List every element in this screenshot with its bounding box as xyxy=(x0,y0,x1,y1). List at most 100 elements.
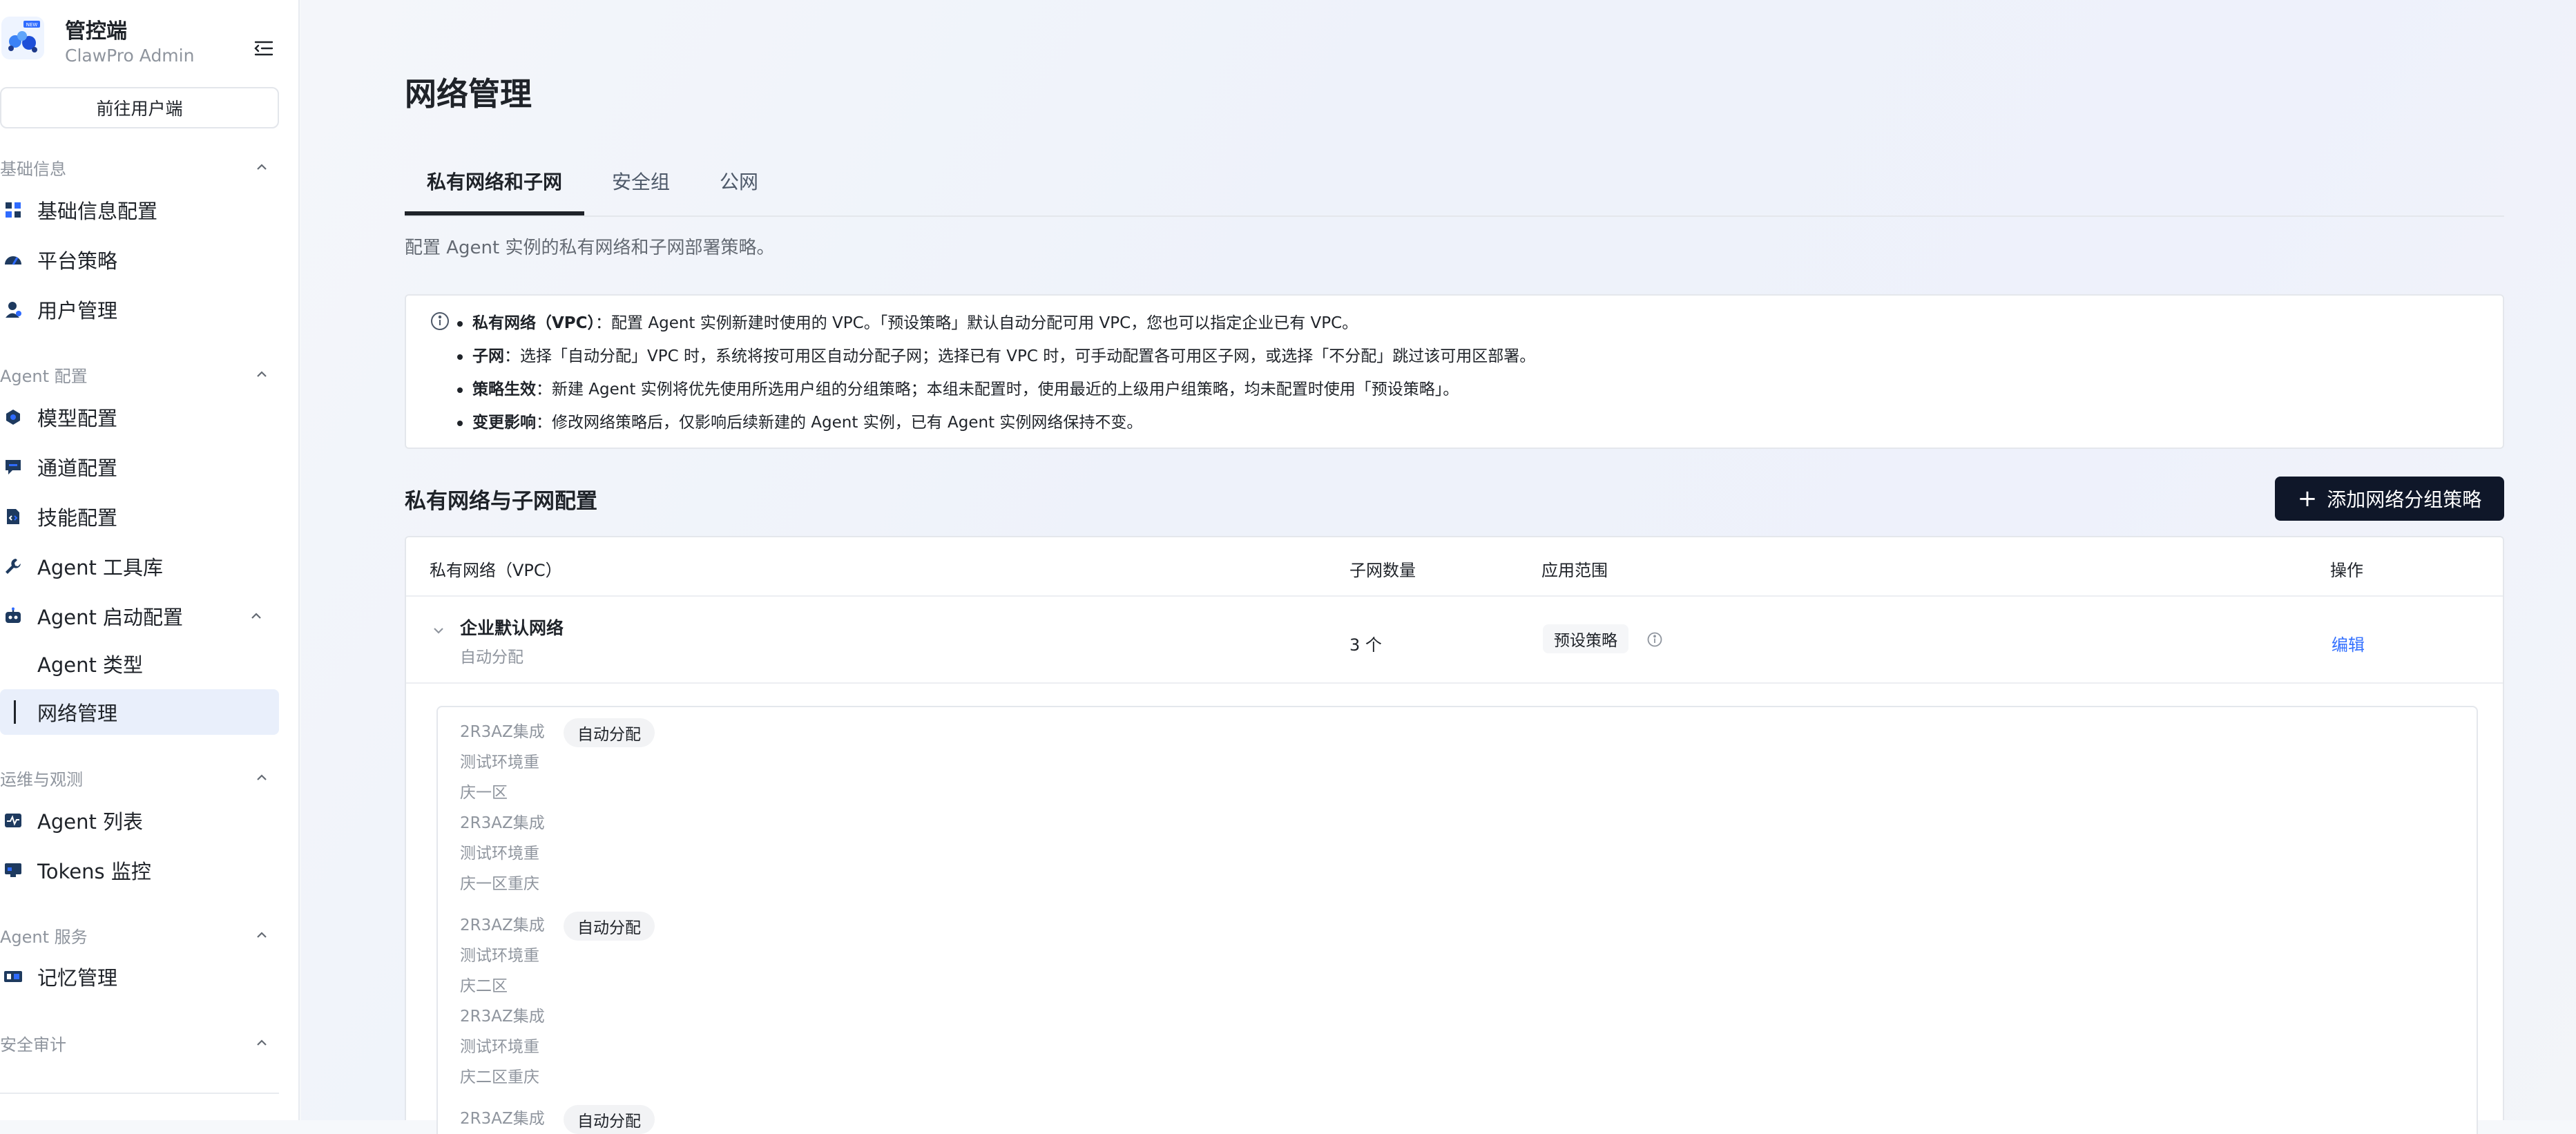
sidebar-divider xyxy=(0,1093,279,1094)
sidebar-subitem-network-management[interactable]: 网络管理 xyxy=(0,689,279,735)
sidebar-item-skill-config[interactable]: 技能配置 xyxy=(0,494,279,539)
main-content: 网络管理 私有网络和子网 安全组 公网 配置 Agent 实例的私有网络和子网部… xyxy=(301,0,2576,1134)
column-header-subnet-count: 子网数量 xyxy=(1349,561,1416,580)
chevron-up-icon xyxy=(251,613,261,619)
subnet-count: 3 个 xyxy=(1349,635,1382,655)
sidebar-item-agent-list[interactable]: Agent 列表 xyxy=(0,798,279,843)
group-label: Agent 配置 xyxy=(0,366,88,386)
group-label: Agent 服务 xyxy=(0,927,88,947)
info-text: ：新建 Agent 实例将优先使用所选用户组的分组策略；本组未配置时，使用最近的… xyxy=(536,381,1459,398)
column-header-scope: 应用范围 xyxy=(1541,561,1608,580)
info-line-subnet: 子网：选择「自动分配」VPC 时，系统将按可用区自动分配子网；选择已有 VPC … xyxy=(457,343,1535,366)
table-row: 企业默认网络 自动分配 3 个 预设策略 编辑 xyxy=(406,597,2503,684)
chevron-up-icon xyxy=(257,164,267,170)
sidebar-item-label: Agent 工具库 xyxy=(37,556,164,579)
info-label: 私有网络（VPC） xyxy=(472,314,596,332)
robot-icon xyxy=(3,606,23,626)
sidebar-item-channel-config[interactable]: 通道配置 xyxy=(0,445,279,489)
group-label: 基础信息 xyxy=(0,159,66,179)
chevron-up-icon xyxy=(257,932,267,938)
info-text: ：选择「自动分配」VPC 时，系统将按可用区自动分配子网；选择已有 VPC 时，… xyxy=(504,347,1536,365)
vpc-table: 私有网络（VPC） 子网数量 应用范围 操作 企业默认网络 自动分配 3 个 预… xyxy=(405,536,2504,1134)
vpc-allocation: 自动分配 xyxy=(460,648,523,666)
wrench-icon xyxy=(3,556,23,577)
page-title: 网络管理 xyxy=(405,75,532,113)
sidebar: NEW 管控端 ClawPro Admin 前往用户端 基础信息 基础信息配置 xyxy=(0,0,300,1120)
chevron-up-icon xyxy=(257,371,267,377)
sidebar-item-user-management[interactable]: 用户管理 xyxy=(0,287,279,331)
plus-icon: + xyxy=(2297,485,2318,512)
group-basic-info[interactable]: 基础信息 xyxy=(0,153,279,181)
brand-logo: NEW xyxy=(1,17,44,59)
table-header: 私有网络（VPC） 子网数量 应用范围 操作 xyxy=(406,537,2503,597)
sidebar-item-tokens-monitor[interactable]: Tokens 监控 xyxy=(0,848,279,892)
chevron-up-icon xyxy=(257,774,267,780)
scope-badge: 预设策略 xyxy=(1543,624,1628,653)
model-icon xyxy=(3,407,23,427)
vpc-name: 企业默认网络 xyxy=(460,618,564,638)
group-security-audit[interactable]: 安全审计 xyxy=(0,1029,279,1057)
tab-bar: 私有网络和子网 安全组 公网 xyxy=(405,155,2504,217)
subnet-az-name: 2R3AZ集成 测试环境重 庆一区 2R3AZ集成 测试环境重 庆一区重庆 xyxy=(460,723,545,893)
info-line-impact: 变更影响：修改网络策略后，仅影响后续新建的 Agent 实例，已有 Agent … xyxy=(457,409,1142,432)
tab-vpc-subnet[interactable]: 私有网络和子网 xyxy=(427,167,562,195)
group-label: 安全审计 xyxy=(0,1035,66,1055)
brand-subtitle: ClawPro Admin xyxy=(65,46,195,66)
column-header-vpc: 私有网络（VPC） xyxy=(430,561,562,580)
subnet-az-name: 2R3AZ集成 xyxy=(460,1110,545,1128)
add-network-group-policy-button[interactable]: + 添加网络分组策略 xyxy=(2275,477,2504,521)
subnet-allocation-badge: 自动分配 xyxy=(564,1105,655,1134)
group-agent-service[interactable]: Agent 服务 xyxy=(0,921,279,949)
info-text: ：配置 Agent 实例新建时使用的 VPC。「预设策略」默认自动分配可用 VP… xyxy=(595,314,1358,332)
goto-user-button[interactable]: 前往用户端 xyxy=(0,87,279,128)
sidebar-item-agent-launch-config[interactable]: Agent 启动配置 xyxy=(0,594,279,638)
chevron-up-icon xyxy=(257,1039,267,1046)
group-agent-config[interactable]: Agent 配置 xyxy=(0,361,279,388)
sidebar-item-basic-config[interactable]: 基础信息配置 xyxy=(0,188,279,232)
subnet-detail-panel: 2R3AZ集成 测试环境重 庆一区 2R3AZ集成 测试环境重 庆一区重庆 自动… xyxy=(436,706,2478,1134)
activity-icon xyxy=(3,810,23,831)
sidebar-item-model-config[interactable]: 模型配置 xyxy=(0,395,279,439)
monitor-icon xyxy=(3,860,23,881)
info-icon[interactable] xyxy=(1646,631,1663,648)
chevron-down-icon[interactable] xyxy=(431,623,446,638)
subnet-allocation-badge: 自动分配 xyxy=(564,912,655,941)
subnet-az-name: 2R3AZ集成 测试环境重 庆二区 2R3AZ集成 测试环境重 庆二区重庆 xyxy=(460,916,545,1086)
sidebar-item-label: 模型配置 xyxy=(37,407,118,430)
tab-active-indicator xyxy=(405,211,584,215)
chat-icon xyxy=(3,457,23,477)
section-title: 私有网络与子网配置 xyxy=(405,489,597,514)
sidebar-item-label: 平台策略 xyxy=(37,249,118,273)
brand-header: NEW 管控端 ClawPro Admin xyxy=(0,10,298,72)
svg-text:NEW: NEW xyxy=(26,22,38,28)
group-label: 运维与观测 xyxy=(0,769,83,789)
info-icon xyxy=(431,312,449,330)
info-label: 子网 xyxy=(472,347,504,365)
subnet-allocation-badge: 自动分配 xyxy=(564,718,655,747)
sidebar-item-label: Agent 列表 xyxy=(37,810,144,834)
sidebar-item-label: 技能配置 xyxy=(37,506,118,530)
sidebar-item-label: 记忆管理 xyxy=(37,966,118,990)
tab-security-group[interactable]: 安全组 xyxy=(612,167,670,195)
info-text: ：修改网络策略后，仅影响后续新建的 Agent 实例，已有 Agent 实例网络… xyxy=(536,414,1143,432)
edit-link[interactable]: 编辑 xyxy=(2332,631,2365,655)
gauge-icon xyxy=(3,249,23,270)
sidebar-item-label: 用户管理 xyxy=(37,299,118,323)
tab-public-network[interactable]: 公网 xyxy=(720,167,758,195)
button-label: 添加网络分组策略 xyxy=(2327,488,2482,511)
grid-icon xyxy=(3,200,23,220)
brand-title: 管控端 xyxy=(65,19,127,44)
sidebar-item-label: Tokens 监控 xyxy=(37,860,151,883)
info-label: 变更影响 xyxy=(472,414,536,432)
sidebar-item-label: Agent 启动配置 xyxy=(37,606,184,629)
memory-card-icon xyxy=(3,966,23,987)
sidebar-subitem-agent-type[interactable]: Agent 类型 xyxy=(0,641,279,686)
code-file-icon xyxy=(3,506,23,527)
info-label: 策略生效 xyxy=(472,381,536,398)
info-notice: 私有网络（VPC）：配置 Agent 实例新建时使用的 VPC。「预设策略」默认… xyxy=(405,294,2504,449)
sidebar-item-memory-management[interactable]: 记忆管理 xyxy=(0,954,279,999)
sidebar-item-platform-policy[interactable]: 平台策略 xyxy=(0,238,279,282)
sidebar-item-agent-toolkit[interactable]: Agent 工具库 xyxy=(0,544,279,588)
group-ops-observability[interactable]: 运维与观测 xyxy=(0,764,279,791)
collapse-sidebar-icon[interactable] xyxy=(253,37,275,59)
